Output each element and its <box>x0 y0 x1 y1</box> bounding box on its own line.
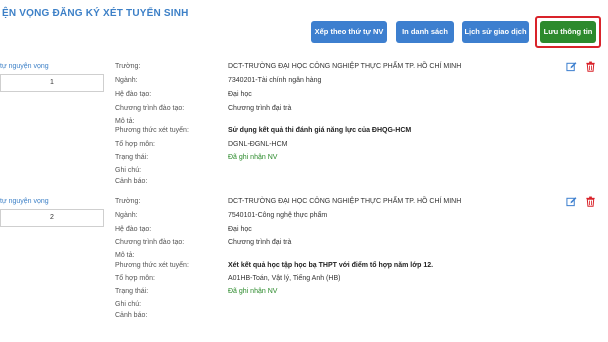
value-phuong-thuc: Xét kết quả học tập học bạ THPT với điểm… <box>228 262 434 269</box>
value-nganh: 7540101-Công nghệ thực phẩm <box>228 212 328 219</box>
wish-order-input[interactable]: 2 <box>0 209 104 227</box>
label-chuong-trinh: Chương trình đào tạo: <box>115 239 185 246</box>
wish-order-label: tự nguyện vọng <box>0 198 49 205</box>
label-to-hop: Tổ hợp môn: <box>115 275 155 282</box>
label-mo-ta: Mô tả: <box>115 252 135 259</box>
value-truong: DCT-TRƯỜNG ĐẠI HỌC CÔNG NGHIỆP THỰC PHẨM… <box>228 63 462 70</box>
label-ghi-chu: Ghi chú: <box>115 301 142 308</box>
label-he-dao-tao: Hệ đào tạo: <box>115 91 152 98</box>
status-badge: Đã ghi nhận NV <box>228 154 278 161</box>
value-to-hop: DGNL-ĐGNL-HCM <box>228 141 288 148</box>
edit-icon[interactable] <box>566 196 577 207</box>
value-he-dao-tao: Đại học <box>228 91 252 98</box>
value-to-hop: A01HB-Toán, Vật lý, Tiếng Anh (HB) <box>228 275 341 282</box>
value-chuong-trinh: Chương trình đại trà <box>228 105 292 112</box>
trash-icon[interactable] <box>585 61 596 72</box>
label-mo-ta: Mô tả: <box>115 118 135 125</box>
value-phuong-thuc: Sử dụng kết quả thi đánh giá năng lực củ… <box>228 127 412 134</box>
label-he-dao-tao: Hệ đào tạo: <box>115 226 152 233</box>
wish-order-input[interactable]: 1 <box>0 74 104 92</box>
trash-icon[interactable] <box>585 196 596 207</box>
value-nganh: 7340201-Tài chính ngân hàng <box>228 77 322 84</box>
value-chuong-trinh: Chương trình đại trà <box>228 239 292 246</box>
label-trang-thai: Trạng thái: <box>115 154 149 161</box>
label-to-hop: Tổ hợp môn: <box>115 141 155 148</box>
sort-order-button[interactable]: Xếp theo thứ tự NV <box>311 21 387 43</box>
status-badge: Đã ghi nhận NV <box>228 288 278 295</box>
label-ghi-chu: Ghi chú: <box>115 167 142 174</box>
label-canh-bao: Cảnh báo: <box>115 178 148 185</box>
label-canh-bao: Cảnh báo: <box>115 312 148 319</box>
label-phuong-thuc: Phương thức xét tuyển: <box>115 262 189 269</box>
label-trang-thai: Trạng thái: <box>115 288 149 295</box>
print-list-button[interactable]: In danh sách <box>396 21 454 43</box>
edit-icon[interactable] <box>566 61 577 72</box>
transaction-history-button[interactable]: Lịch sử giao dịch <box>462 21 529 43</box>
save-button[interactable]: Lưu thông tin <box>540 21 596 43</box>
page-title: ỆN VỌNG ĐĂNG KÝ XÉT TUYỂN SINH <box>2 8 189 19</box>
label-truong: Trường: <box>115 63 141 70</box>
label-chuong-trinh: Chương trình đào tạo: <box>115 105 185 112</box>
label-nganh: Ngành: <box>115 212 138 219</box>
label-nganh: Ngành: <box>115 77 138 84</box>
label-phuong-thuc: Phương thức xét tuyển: <box>115 127 189 134</box>
value-he-dao-tao: Đại học <box>228 226 252 233</box>
wish-order-label: tự nguyện vọng <box>0 63 49 70</box>
value-truong: DCT-TRƯỜNG ĐẠI HỌC CÔNG NGHIỆP THỰC PHẨM… <box>228 198 462 205</box>
label-truong: Trường: <box>115 198 141 205</box>
